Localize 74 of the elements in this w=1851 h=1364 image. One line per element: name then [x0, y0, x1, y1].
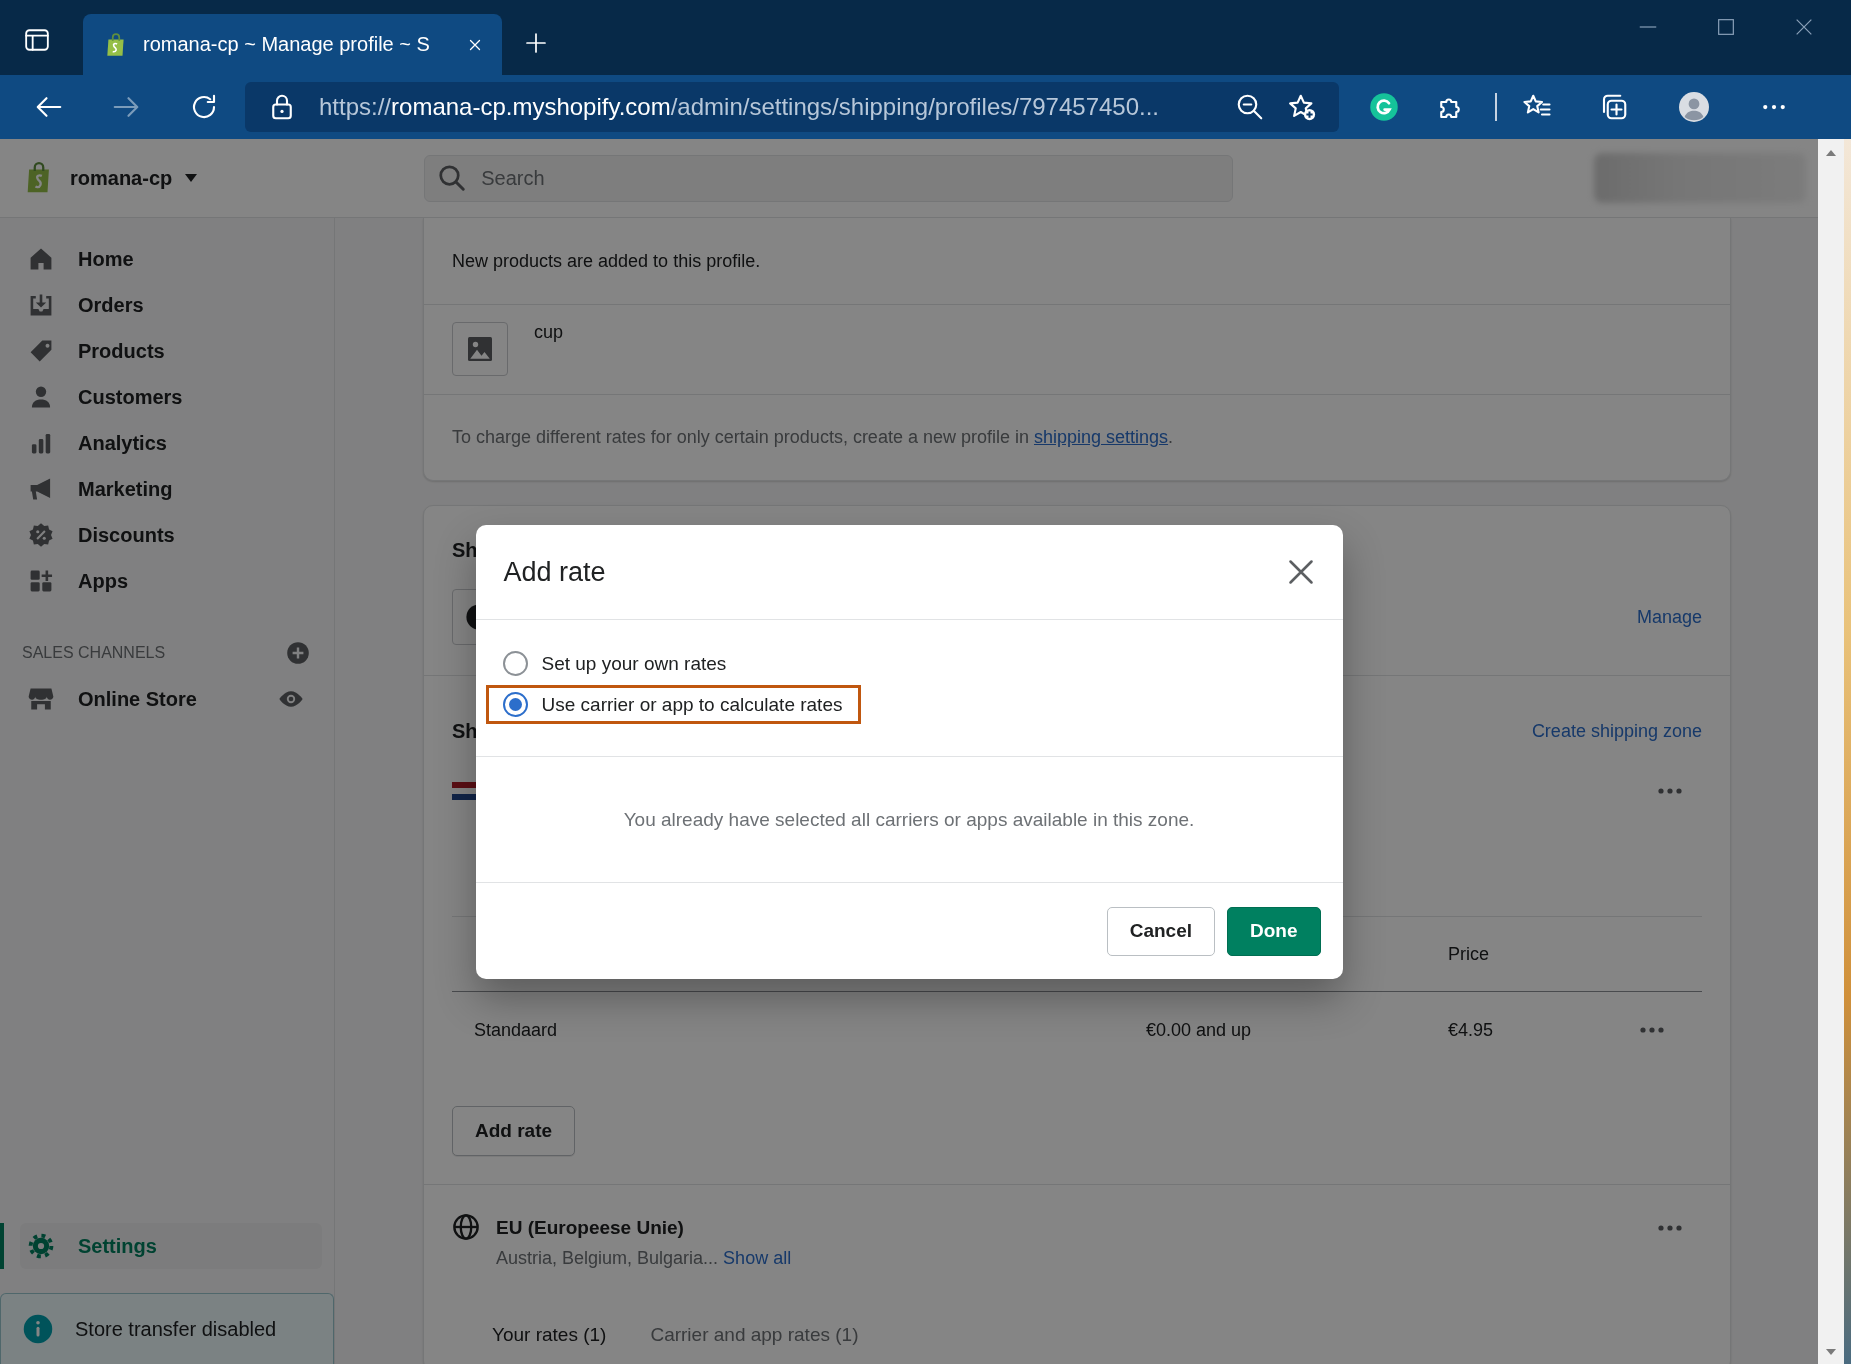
zone-countries: Austria, Belgium, Bulgaria...	[496, 1247, 719, 1270]
flag-icon	[452, 779, 476, 803]
tag-icon	[28, 338, 54, 364]
more-icon[interactable]	[1640, 1026, 1664, 1034]
favorite-add-icon[interactable]	[1287, 92, 1317, 122]
table-cell-text: €4.95	[1448, 1019, 1495, 1041]
table-cell-text: €0.00 and up	[1146, 1019, 1253, 1041]
nav-item[interactable]: Products	[0, 328, 334, 374]
dialog-title: Add rate	[503, 556, 606, 588]
maximize-icon[interactable]	[1715, 16, 1737, 38]
radio-option[interactable]: Use carrier or app to calculate rates	[485, 685, 862, 724]
search-input[interactable]: Search	[479, 165, 1233, 191]
tray-arrow-icon	[28, 292, 54, 318]
info-icon	[23, 1314, 53, 1344]
plus-circle-icon[interactable]	[286, 641, 310, 665]
caret-icon[interactable]	[184, 173, 199, 183]
close-icon[interactable]	[1286, 558, 1315, 586]
nav-item[interactable]: Home	[0, 236, 334, 282]
nav-item[interactable]: Analytics	[0, 420, 334, 466]
manage-link[interactable]: Manage	[1636, 606, 1702, 628]
nav-item[interactable]: Discounts	[0, 512, 334, 558]
scrollbar[interactable]	[1818, 139, 1844, 1364]
create-shipping-zone-link[interactable]: Create shipping zone	[1531, 720, 1702, 742]
scroll-down-arrow-icon[interactable]	[1825, 1348, 1837, 1356]
nav-item[interactable]: Apps	[0, 558, 334, 604]
section-heading: SALES CHANNELS	[22, 644, 166, 662]
show-all-link[interactable]: Show all	[723, 1243, 792, 1273]
tab[interactable]: Your rates (1)	[470, 1304, 629, 1364]
notice-text: Store transfer disabled	[75, 1317, 277, 1341]
radio-button[interactable]	[502, 651, 528, 676]
scroll-up-arrow-icon[interactable]	[1825, 149, 1837, 157]
tab[interactable]: Carrier and app rates (1)	[628, 1304, 881, 1364]
plus-icon[interactable]	[524, 31, 548, 55]
section-heading: Sh	[452, 538, 479, 562]
info-text: New products are added to this profile.	[452, 250, 761, 272]
done-button[interactable]: Done	[1227, 906, 1321, 956]
info-text: To charge different rates for only certain products, create a new profile in	[452, 427, 1029, 448]
cancel-button[interactable]: Cancel	[1106, 906, 1215, 956]
nav-item[interactable]: Marketing	[0, 466, 334, 512]
radio-button[interactable]	[502, 692, 528, 717]
search-icon	[437, 163, 468, 193]
house-icon	[28, 246, 54, 272]
more-icon[interactable]	[1658, 1224, 1682, 1232]
g-circle-icon[interactable]	[1369, 92, 1399, 122]
browser-tab[interactable]: romana-cp ~ Manage profile ~ S	[83, 14, 502, 75]
info-text: You already have selected all carriers or apps available in this zone.	[623, 808, 1195, 831]
apps-grid-icon	[28, 568, 54, 594]
tab-actions-icon[interactable]	[24, 27, 50, 53]
nav-item[interactable]: Settings	[20, 1223, 322, 1269]
store-name[interactable]: romana-cp	[70, 166, 173, 190]
column-header: Price	[1448, 943, 1490, 965]
product-name[interactable]: cup	[534, 322, 564, 343]
url-text: https://romana-cp.myshopify.com/admin/settings/shipping/profiles/797457450...	[319, 93, 1161, 121]
zone-name: EU (Europeese Unie)	[496, 1216, 684, 1240]
percent-badge-icon	[28, 522, 54, 548]
period-text: .	[1168, 427, 1174, 448]
globe-icon	[452, 1213, 480, 1241]
radio-option[interactable]: Set up your own rates	[485, 644, 746, 683]
nav-item[interactable]: Online Store	[0, 676, 334, 722]
more-icon[interactable]	[1658, 787, 1682, 795]
tab-title: romana-cp ~ Manage profile ~ S	[143, 33, 431, 56]
address-bar[interactable]: https://romana-cp.myshopify.com/admin/settings/shipping/profiles/797457450...	[245, 82, 1339, 132]
add-rate-button[interactable]: Add rate	[452, 1106, 576, 1156]
storefront-icon	[28, 686, 54, 712]
zoom-out-icon[interactable]	[1235, 92, 1265, 122]
nav-item[interactable]: Orders	[0, 282, 334, 328]
nav-item[interactable]: Customers	[0, 374, 334, 420]
section-heading: Sh	[452, 719, 478, 743]
table-cell-text: Standaard	[474, 1019, 559, 1041]
gear-icon	[28, 1233, 54, 1259]
profile-avatar-icon[interactable]	[1679, 92, 1709, 122]
shipping-settings-link[interactable]: shipping settings	[1034, 427, 1169, 448]
image-icon	[465, 334, 495, 364]
search-field[interactable]: Search	[424, 154, 1234, 202]
